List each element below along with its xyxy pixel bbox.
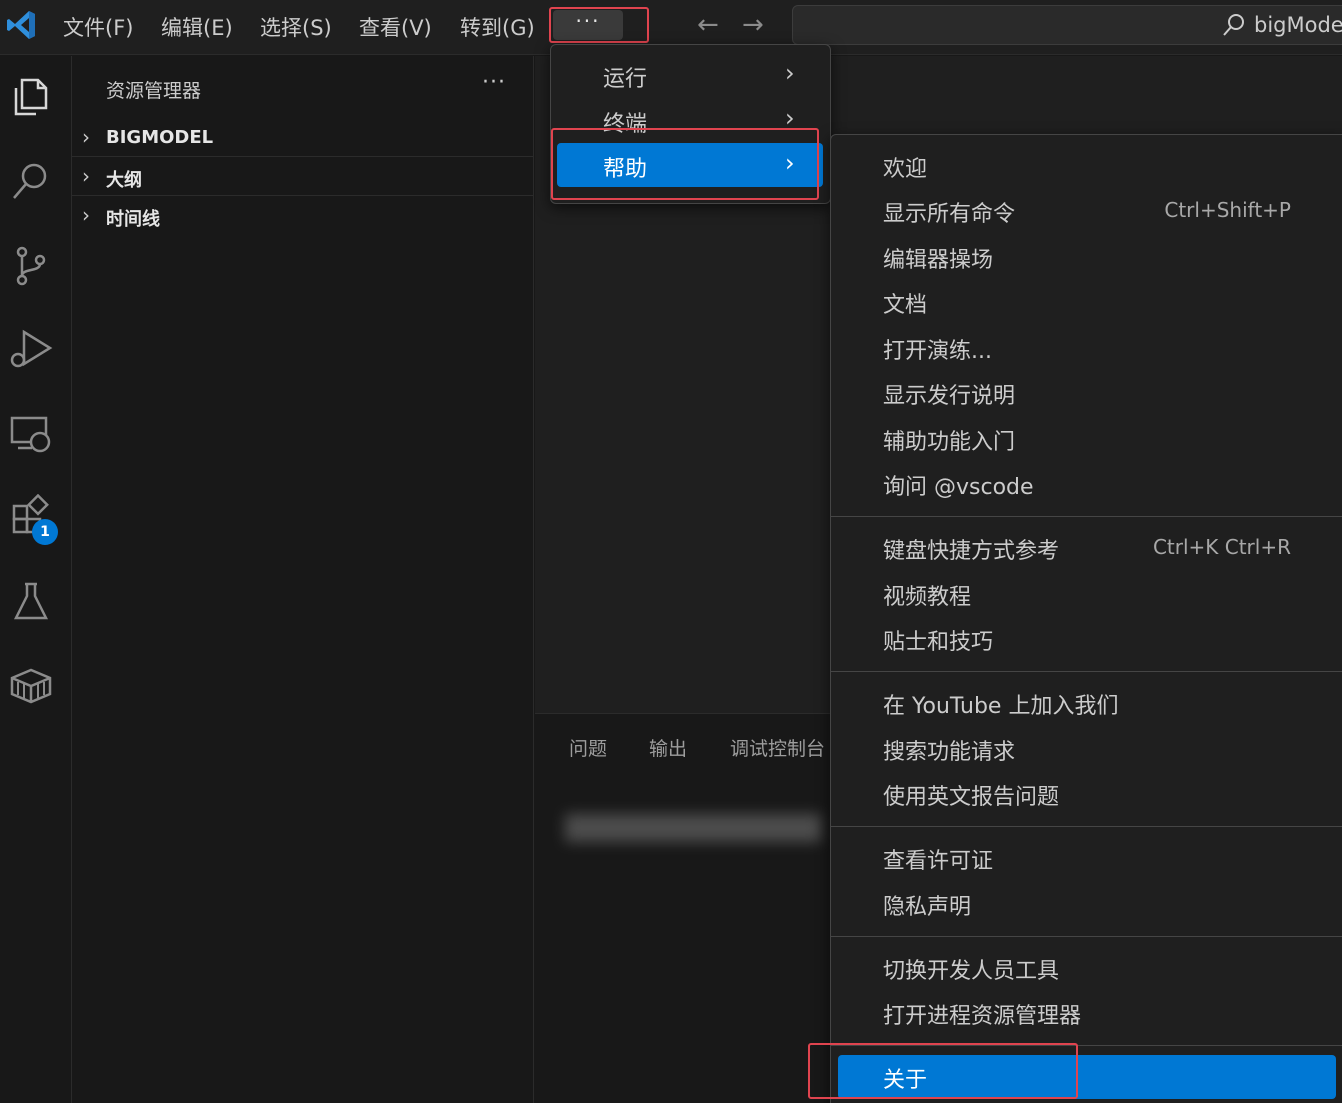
section-timeline[interactable]: › 时间线 bbox=[72, 195, 534, 233]
search-icon bbox=[1223, 14, 1244, 36]
menu-file[interactable]: 文件(F) bbox=[63, 12, 133, 42]
remote-explorer-icon[interactable] bbox=[8, 410, 54, 456]
containers-icon[interactable] bbox=[8, 662, 54, 708]
menu-edit[interactable]: 编辑(E) bbox=[161, 12, 233, 42]
sidebar-more-button[interactable]: ··· bbox=[482, 70, 506, 95]
section-label: BIGMODEL bbox=[106, 127, 214, 148]
chevron-right-icon: › bbox=[785, 59, 795, 87]
menu-item-label: 显示所有命令 bbox=[883, 202, 1016, 227]
menu-view[interactable]: 查看(V) bbox=[359, 12, 432, 42]
testing-icon[interactable] bbox=[8, 578, 54, 624]
menu-selection[interactable]: 选择(S) bbox=[260, 12, 332, 42]
menu-item-label: 询问 @vscode bbox=[883, 475, 1034, 500]
menu-item-label: 搜索功能请求 bbox=[883, 740, 1016, 765]
menu-item-label: 文档 bbox=[883, 293, 928, 318]
menu-separator bbox=[831, 516, 1342, 517]
menu-go[interactable]: 转到(G) bbox=[460, 12, 535, 42]
menu-item-video-tutorials[interactable]: 视频教程 bbox=[831, 572, 1342, 616]
about-highlight-box bbox=[808, 1043, 1078, 1099]
menu-item-label: 查看许可证 bbox=[883, 849, 994, 874]
menu-item-walkthrough[interactable]: 打开演练... bbox=[831, 326, 1342, 370]
extensions-badge: 1 bbox=[32, 519, 58, 545]
search-icon[interactable] bbox=[8, 158, 54, 204]
menu-item-label: 键盘快捷方式参考 bbox=[883, 539, 1060, 564]
run-debug-icon[interactable] bbox=[8, 326, 54, 372]
shortcut-label: Ctrl+Shift+P bbox=[1164, 198, 1291, 222]
tab-debug-console[interactable]: 调试控制台 bbox=[730, 734, 825, 761]
menu-item-run[interactable]: 运行 › bbox=[557, 53, 823, 97]
menu-separator bbox=[831, 671, 1342, 672]
tab-output[interactable]: 输出 bbox=[649, 734, 687, 761]
menu-item-label: 打开演练... bbox=[883, 339, 992, 364]
menu-item-label: 欢迎 bbox=[883, 157, 928, 182]
menu-item-toggle-devtools[interactable]: 切换开发人员工具 bbox=[831, 946, 1342, 990]
chevron-right-icon: › bbox=[82, 164, 90, 188]
section-label: 大纲 bbox=[106, 170, 142, 191]
more-menus-highlight: ··· bbox=[549, 7, 649, 43]
menu-item-process-explorer[interactable]: 打开进程资源管理器 bbox=[831, 991, 1342, 1035]
more-menus-button[interactable]: ··· bbox=[553, 10, 623, 40]
menu-item-view-license[interactable]: 查看许可证 bbox=[831, 836, 1342, 880]
menu-item-youtube[interactable]: 在 YouTube 上加入我们 bbox=[831, 681, 1342, 725]
section-bigmodel[interactable]: › BIGMODEL bbox=[72, 118, 534, 156]
command-center-search[interactable]: bigModel bbox=[792, 5, 1342, 45]
tab-problems[interactable]: 问题 bbox=[569, 734, 607, 761]
menu-item-accessibility[interactable]: 辅助功能入门 bbox=[831, 417, 1342, 461]
menu-item-label: 编辑器操场 bbox=[883, 248, 994, 273]
forward-arrow-icon[interactable]: → bbox=[742, 10, 764, 40]
menu-item-label: 显示发行说明 bbox=[883, 384, 1016, 409]
explorer-icon[interactable] bbox=[8, 74, 54, 120]
menu-item-release-notes[interactable]: 显示发行说明 bbox=[831, 371, 1342, 415]
sidebar-title: 资源管理器 bbox=[106, 80, 202, 102]
vscode-logo-icon[interactable] bbox=[4, 8, 38, 42]
menu-item-tips-and-tricks[interactable]: 贴士和技巧 bbox=[831, 617, 1342, 661]
help-highlight-box bbox=[551, 128, 819, 200]
menu-item-label: 运行 bbox=[603, 67, 648, 92]
shortcut-label: Ctrl+K Ctrl+R bbox=[1152, 535, 1291, 559]
search-text: bigModel bbox=[1254, 13, 1342, 37]
menu-item-label: 辅助功能入门 bbox=[883, 430, 1016, 455]
chevron-right-icon: › bbox=[82, 125, 90, 149]
menu-item-ask-vscode[interactable]: 询问 @vscode bbox=[831, 462, 1342, 506]
menu-item-keyboard-reference[interactable]: 键盘快捷方式参考 Ctrl+K Ctrl+R bbox=[831, 526, 1342, 570]
menu-item-label: 在 YouTube 上加入我们 bbox=[883, 694, 1119, 719]
help-submenu: 欢迎 显示所有命令 Ctrl+Shift+P 编辑器操场 文档 打开演练... 显… bbox=[830, 134, 1342, 1103]
section-label: 时间线 bbox=[106, 209, 160, 230]
menu-separator bbox=[831, 936, 1342, 937]
menu-item-editor-playground[interactable]: 编辑器操场 bbox=[831, 235, 1342, 279]
section-outline[interactable]: › 大纲 bbox=[72, 156, 534, 194]
menu-item-label: 使用英文报告问题 bbox=[883, 785, 1060, 810]
chevron-right-icon: › bbox=[82, 203, 90, 227]
menu-item-report-issue[interactable]: 使用英文报告问题 bbox=[831, 772, 1342, 816]
activity-bar: 1 bbox=[0, 56, 72, 1103]
explorer-sidebar: 资源管理器 ··· › BIGMODEL › 大纲 › 时间线 bbox=[72, 56, 534, 1103]
blurred-terminal-text bbox=[565, 814, 821, 842]
menu-item-welcome[interactable]: 欢迎 bbox=[831, 144, 1342, 188]
menu-item-show-all-commands[interactable]: 显示所有命令 Ctrl+Shift+P bbox=[831, 189, 1342, 233]
menu-item-label: 视频教程 bbox=[883, 585, 972, 610]
back-arrow-icon[interactable]: ← bbox=[697, 10, 719, 40]
menu-item-label: 隐私声明 bbox=[883, 895, 972, 920]
menu-item-label: 打开进程资源管理器 bbox=[883, 1004, 1082, 1029]
menu-item-privacy[interactable]: 隐私声明 bbox=[831, 882, 1342, 926]
menu-item-documentation[interactable]: 文档 bbox=[831, 280, 1342, 324]
menu-separator bbox=[831, 826, 1342, 827]
menu-item-label: 贴士和技巧 bbox=[883, 630, 994, 655]
menu-item-label: 切换开发人员工具 bbox=[883, 959, 1060, 984]
source-control-icon[interactable] bbox=[8, 242, 54, 288]
menu-item-feature-requests[interactable]: 搜索功能请求 bbox=[831, 727, 1342, 771]
